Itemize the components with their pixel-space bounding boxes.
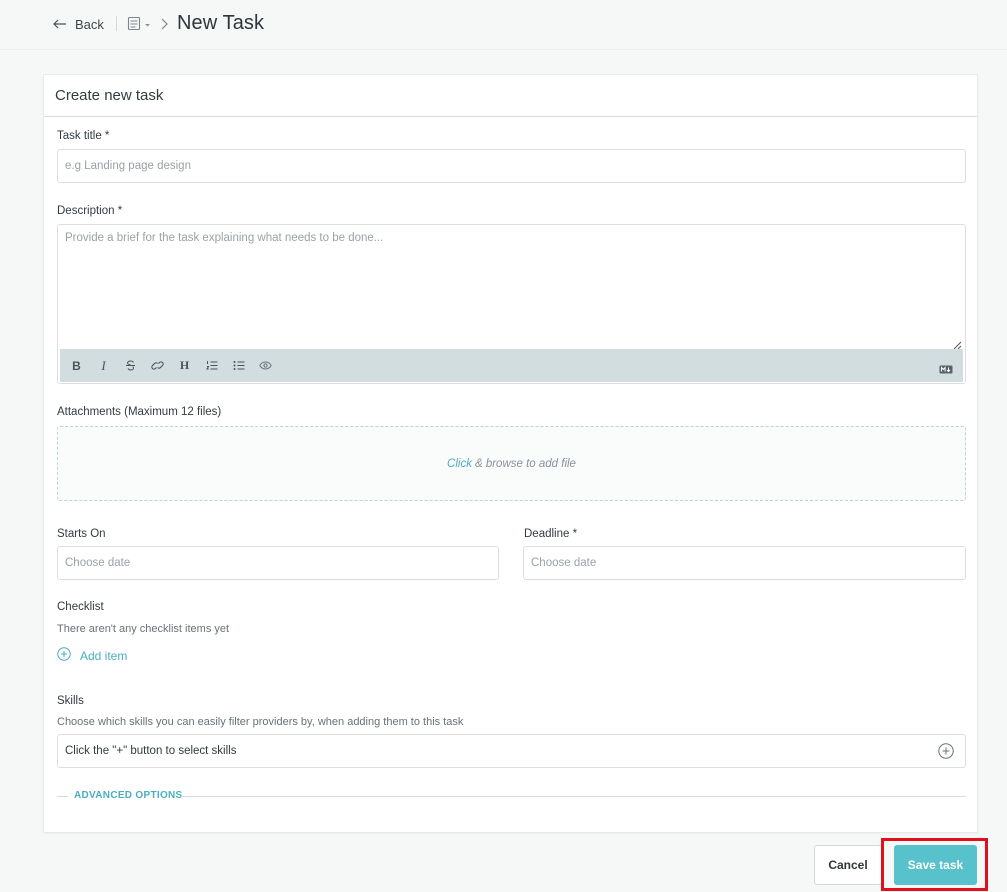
starts-on-placeholder: Choose date — [65, 557, 131, 569]
advanced-options-toggle[interactable]: ADVANCED OPTIONS — [74, 790, 183, 801]
deadline-label: Deadline * — [524, 528, 578, 540]
task-document-dropdown[interactable] — [127, 16, 155, 32]
starts-on-label: Starts On — [57, 528, 106, 540]
task-title-input[interactable]: e.g Landing page design — [57, 149, 966, 183]
task-title-label: Task title * — [57, 130, 110, 142]
ordered-list-button[interactable] — [198, 349, 225, 382]
divider-line — [181, 796, 966, 797]
back-label: Back — [75, 16, 104, 32]
skills-help-text: Choose which skills you can easily filte… — [57, 716, 464, 728]
plus-circle-icon — [57, 647, 71, 664]
arrow-left-icon — [53, 19, 67, 29]
skills-field[interactable]: Click the "+" button to select skills — [57, 734, 966, 768]
cancel-button[interactable]: Cancel — [814, 845, 882, 885]
checklist-label: Checklist — [57, 601, 104, 613]
strikethrough-button[interactable] — [117, 349, 144, 382]
description-editor[interactable]: Provide a brief for the task explaining … — [57, 224, 966, 384]
markdown-icon — [939, 361, 953, 379]
editor-toolbar: B I H — [60, 349, 963, 382]
divider-line — [57, 796, 68, 797]
description-label: Description * — [57, 205, 123, 217]
link-button[interactable] — [144, 349, 171, 382]
deadline-placeholder: Choose date — [531, 557, 597, 569]
description-placeholder: Provide a brief for the task explaining … — [65, 232, 384, 244]
create-task-card: Create new task Task title * e.g Landing… — [43, 74, 978, 833]
strikethrough-icon — [125, 360, 136, 371]
highlight-box — [881, 838, 988, 891]
eye-icon — [259, 361, 272, 370]
ordered-list-icon — [205, 360, 218, 371]
attachments-label: Attachments (Maximum 12 files) — [57, 406, 222, 418]
add-item-label: Add item — [80, 648, 128, 663]
browse-text: & browse to add file — [474, 457, 576, 470]
page-title: New Task — [177, 12, 265, 34]
skills-value: Click the "+" button to select skills — [65, 745, 237, 757]
preview-button[interactable] — [252, 349, 279, 382]
card-title: Create new task — [44, 75, 977, 117]
breadcrumb-divider — [116, 16, 117, 31]
attachment-dropzone[interactable]: Click & browse to add file — [57, 426, 966, 501]
bulleted-list-icon — [233, 360, 245, 371]
add-checklist-item-button[interactable]: Add item — [57, 647, 127, 664]
task-title-placeholder: e.g Landing page design — [65, 160, 191, 172]
deadline-input[interactable]: Choose date — [523, 546, 966, 580]
back-button[interactable]: Back — [53, 15, 104, 33]
starts-on-input[interactable]: Choose date — [57, 546, 499, 580]
bulleted-list-button[interactable] — [225, 349, 252, 382]
italic-icon: I — [101, 357, 106, 373]
click-link[interactable]: Click — [447, 458, 472, 470]
bold-icon: B — [72, 358, 81, 373]
heading-button[interactable]: H — [171, 349, 198, 382]
chevron-right-icon — [160, 17, 168, 35]
checklist-empty-text: There aren't any checklist items yet — [57, 623, 230, 635]
top-bar: Back New Task — [0, 0, 1007, 50]
heading-icon: H — [179, 358, 190, 372]
document-icon — [127, 16, 155, 36]
italic-button[interactable]: I — [90, 349, 117, 382]
add-skill-icon[interactable] — [938, 743, 954, 762]
link-icon — [151, 360, 164, 371]
bold-button[interactable]: B — [63, 349, 90, 382]
skills-label: Skills — [57, 695, 84, 707]
